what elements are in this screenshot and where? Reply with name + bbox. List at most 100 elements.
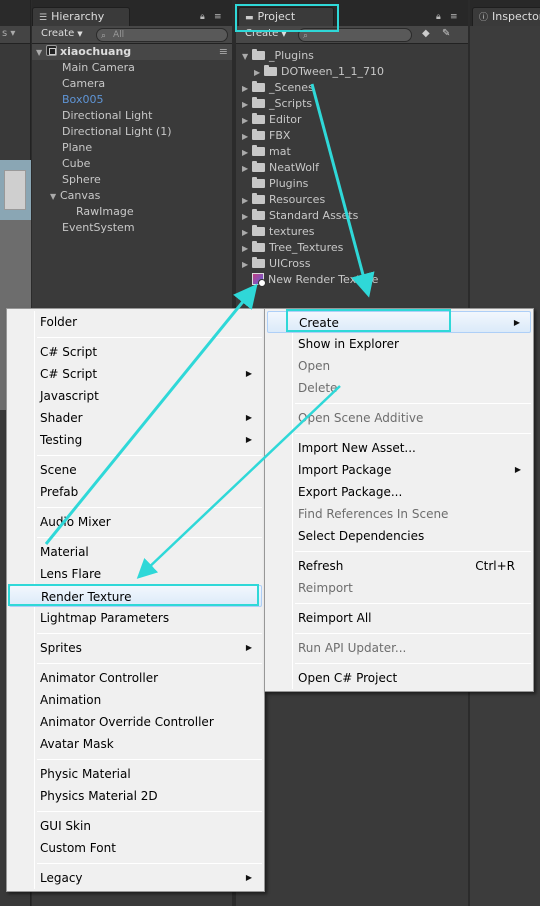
collapsed-arrow-icon[interactable]: ▶ (242, 209, 252, 225)
project-item[interactable]: ▶ DOTween_1_1_710 (236, 64, 468, 80)
scene-toolbar[interactable]: s ▾ (0, 26, 30, 44)
scene-row[interactable]: ▼ xiaochuang ≡ (32, 44, 232, 60)
menu-separator (37, 455, 262, 456)
menu-item-open-csharp-project[interactable]: Open C# Project (267, 667, 531, 689)
submenu-arrow-icon: ▶ (245, 413, 252, 422)
hierarchy-create-button[interactable]: Create ▼ (36, 28, 88, 42)
project-item[interactable]: ▶ Editor (236, 112, 468, 128)
project-item[interactable]: ▶ UICross (236, 256, 468, 272)
menu-item-animator-override-controller[interactable]: Animator Override Controller (9, 711, 262, 733)
hierarchy-item[interactable]: Cube (32, 156, 232, 172)
menu-item-physics-material-2d[interactable]: Physics Material 2D (9, 785, 262, 807)
hierarchy-item[interactable]: Directional Light (1) (32, 124, 232, 140)
collapsed-arrow-icon[interactable]: ▶ (242, 161, 252, 177)
menu-item-export-package[interactable]: Export Package... (267, 481, 531, 503)
collapsed-arrow-icon[interactable]: ▶ (242, 97, 252, 113)
menu-item-material[interactable]: Material (9, 541, 262, 563)
project-item[interactable]: ▶ Resources (236, 192, 468, 208)
lock-icon[interactable]: 🔒︎ (200, 12, 205, 22)
panel-menu-icon[interactable]: ≡ (450, 12, 458, 22)
project-item[interactable]: ▶ FBX (236, 128, 468, 144)
tab-hierarchy[interactable]: ☰ Hierarchy (32, 7, 130, 26)
folder-icon (252, 177, 265, 188)
hierarchy-search-input[interactable]: ⌕ All (96, 28, 228, 42)
menu-item-lightmap-parameters[interactable]: Lightmap Parameters (9, 607, 262, 629)
project-tab-label: Project (257, 10, 296, 23)
dropdown-arrow-icon: ▼ (77, 30, 83, 38)
expand-arrow-icon[interactable]: ▼ (242, 49, 252, 65)
menu-item-sprites[interactable]: Sprites ▶ (9, 637, 262, 659)
menu-item-lens-flare[interactable]: Lens Flare (9, 563, 262, 585)
hierarchy-item[interactable]: Camera (32, 76, 232, 92)
menu-item-import-new-asset[interactable]: Import New Asset... (267, 437, 531, 459)
menu-item-gui-skin[interactable]: GUI Skin (9, 815, 262, 837)
collapsed-arrow-icon[interactable]: ▶ (242, 81, 252, 97)
menu-item-animator-controller[interactable]: Animator Controller (9, 667, 262, 689)
project-item[interactable]: ▶ textures (236, 224, 468, 240)
project-item[interactable]: Plugins (236, 176, 468, 192)
menu-item-csharp-script-sub[interactable]: C# Script ▶ (9, 363, 262, 385)
folder-icon (252, 241, 265, 252)
menu-item-select-dependencies[interactable]: Select Dependencies (267, 525, 531, 547)
hierarchy-item[interactable]: RawImage (32, 204, 232, 220)
menu-item-avatar-mask[interactable]: Avatar Mask (9, 733, 262, 755)
menu-item-javascript[interactable]: Javascript (9, 385, 262, 407)
menu-item-custom-font[interactable]: Custom Font (9, 837, 262, 859)
menu-item-legacy[interactable]: Legacy ▶ (9, 867, 262, 889)
project-search-input[interactable]: ⌕ (298, 28, 412, 42)
project-item-render-texture[interactable]: New Render Texture (236, 272, 468, 288)
collapsed-arrow-icon[interactable]: ▶ (242, 129, 252, 145)
menu-item-physic-material[interactable]: Physic Material (9, 763, 262, 785)
project-item-plugins-root[interactable]: ▼ _Plugins (236, 48, 468, 64)
hierarchy-item[interactable]: Plane (32, 140, 232, 156)
menu-item-create[interactable]: Create ▶ (267, 311, 531, 333)
hierarchy-item-selected[interactable]: Box005 (32, 92, 232, 108)
folder-icon (252, 129, 265, 140)
menu-item-import-package[interactable]: Import Package ▶ (267, 459, 531, 481)
collapsed-arrow-icon[interactable]: ▶ (242, 241, 252, 257)
scene-name: xiaochuang (60, 45, 132, 58)
hierarchy-item[interactable]: EventSystem (32, 220, 232, 236)
tab-project[interactable]: ▬ Project (238, 7, 334, 26)
collapsed-arrow-icon[interactable]: ▶ (242, 225, 252, 241)
scene-menu-icon[interactable]: ≡ (219, 44, 228, 60)
project-item[interactable]: ▶ Standard Assets (236, 208, 468, 224)
project-item[interactable]: ▶ mat (236, 144, 468, 160)
menu-item-prefab[interactable]: Prefab (9, 481, 262, 503)
project-item[interactable]: ▶ NeatWolf (236, 160, 468, 176)
menu-item-testing[interactable]: Testing ▶ (9, 429, 262, 451)
project-item[interactable]: ▶ Tree_Textures (236, 240, 468, 256)
menu-item-audio-mixer[interactable]: Audio Mixer (9, 511, 262, 533)
expand-arrow-icon[interactable]: ▼ (50, 189, 60, 205)
menu-item-animation[interactable]: Animation (9, 689, 262, 711)
menu-item-shader[interactable]: Shader ▶ (9, 407, 262, 429)
collapsed-arrow-icon[interactable]: ▶ (242, 257, 252, 273)
collapsed-arrow-icon[interactable]: ▶ (242, 193, 252, 209)
menu-item-render-texture[interactable]: Render Texture (9, 585, 262, 607)
project-item-label: Standard Assets (269, 209, 359, 222)
lock-icon[interactable]: 🔒︎ (436, 12, 441, 22)
collapsed-arrow-icon[interactable]: ▶ (242, 145, 252, 161)
menu-item-open: Open (298, 359, 331, 373)
project-item[interactable]: ▶ _Scenes (236, 80, 468, 96)
project-create-button[interactable]: Create ▼ (240, 28, 292, 42)
menu-item-folder[interactable]: Folder (9, 311, 262, 333)
panel-menu-icon[interactable]: ≡ (214, 12, 222, 22)
menu-item-show-in-explorer[interactable]: Show in Explorer (267, 333, 531, 355)
filter-by-type-icon[interactable]: ◆ (422, 28, 430, 39)
hierarchy-item[interactable]: Sphere (32, 172, 232, 188)
filter-by-label-icon[interactable]: ✎ (442, 28, 450, 39)
hierarchy-item[interactable]: Directional Light (32, 108, 232, 124)
collapsed-arrow-icon[interactable]: ▶ (254, 65, 264, 81)
folder-icon (252, 97, 265, 108)
hierarchy-item[interactable]: Main Camera (32, 60, 232, 76)
menu-item-scene[interactable]: Scene (9, 459, 262, 481)
tab-inspector[interactable]: ⓘ Inspector (472, 7, 540, 26)
menu-item-csharp-script[interactable]: C# Script (9, 341, 262, 363)
menu-item-refresh[interactable]: Refresh Ctrl+R (267, 555, 531, 577)
project-item[interactable]: ▶ _Scripts (236, 96, 468, 112)
expand-arrow-icon[interactable]: ▼ (36, 45, 46, 61)
menu-item-reimport-all[interactable]: Reimport All (267, 607, 531, 629)
collapsed-arrow-icon[interactable]: ▶ (242, 113, 252, 129)
hierarchy-item-canvas[interactable]: ▼ Canvas (32, 188, 232, 204)
